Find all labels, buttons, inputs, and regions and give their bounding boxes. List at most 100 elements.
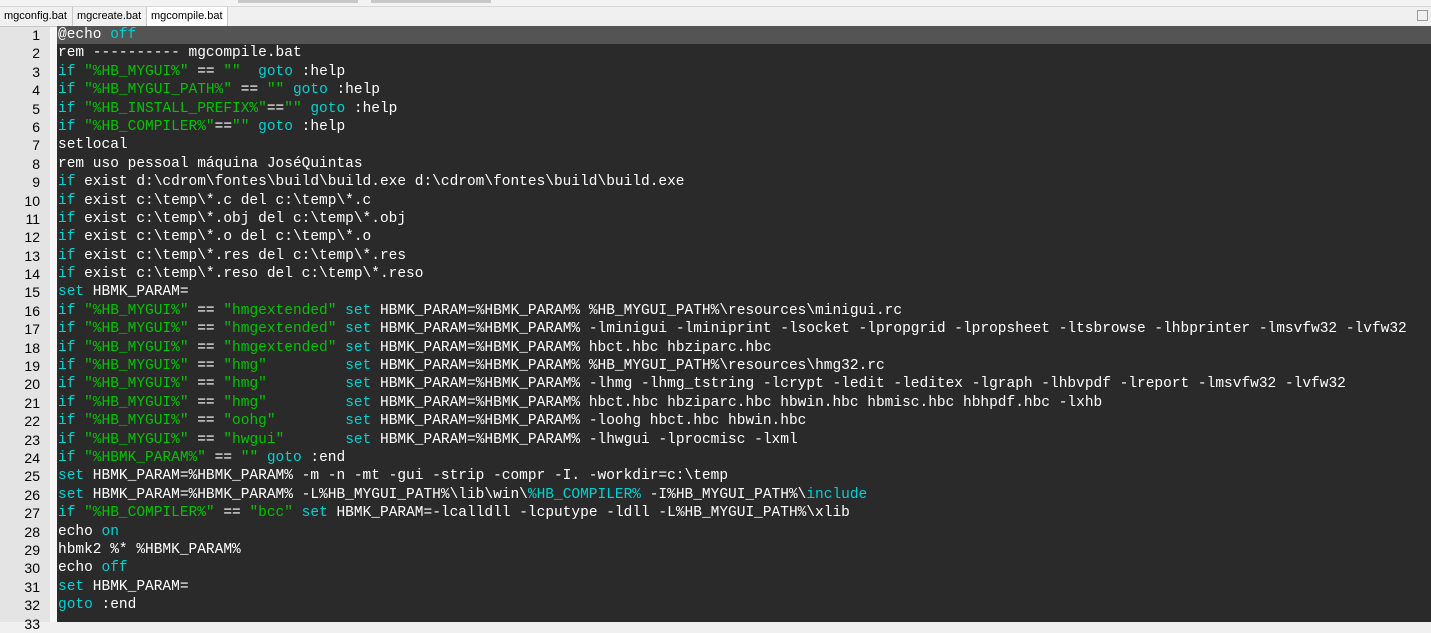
keyword-token: set: [301, 505, 328, 522]
keyword-token: on: [101, 523, 119, 540]
code-line[interactable]: 16 if "%HB_MYGUI%" == "hmgextended" set H…: [24, 302, 1431, 320]
text-token: :end: [92, 597, 137, 614]
line-text: if exist c:\temp\*.c del c:\temp\*.c: [58, 192, 371, 210]
code-line[interactable]: 23 if "%HB_MYGUI%" == "hwgui" set HBMK_PA…: [24, 431, 1431, 449]
text-token: rem uso pessoal máquina JoséQuintas: [58, 155, 363, 172]
string-token: "hmgextended": [223, 339, 337, 356]
string-token: "%HB_MYGUI%": [75, 376, 189, 393]
line-number: 15: [24, 284, 40, 301]
code-line[interactable]: 15 set HBMK_PARAM=: [24, 283, 1431, 301]
code-line[interactable]: 24 if "%HBMK_PARAM%" == "" goto :end: [24, 449, 1431, 467]
code-line[interactable]: 10 if exist c:\temp\*.c del c:\temp\*.c: [24, 192, 1431, 210]
code-line[interactable]: 12 if exist c:\temp\*.o del c:\temp\*.o: [24, 228, 1431, 246]
text-token: exist c:\temp\*.o del c:\temp\*.o: [75, 229, 372, 246]
code-line[interactable]: 2 rem ---------- mgcompile.bat: [32, 44, 1431, 62]
text-token: :help: [327, 82, 380, 99]
keyword-token: if: [58, 100, 76, 117]
string-token: "hwgui": [223, 431, 285, 448]
code-line[interactable]: 20 if "%HB_MYGUI%" == "hmg" set HBMK_PARA…: [24, 375, 1431, 393]
text-token: :help: [292, 118, 346, 135]
text-token: HBMK_PARAM=%HBMK_PARAM% %HB_MYGUI_PATH%\…: [371, 302, 903, 319]
keyword-token: if: [58, 302, 76, 319]
code-area[interactable]: 1 @echo off 2 rem ---------- mgcompile.bat 3…: [24, 26, 1431, 633]
line-number: 28: [24, 523, 40, 540]
string-token: "%HB_MYGUI_PATH%": [75, 82, 233, 99]
code-line[interactable]: 17 if "%HB_MYGUI%" == "hmgextended" set H…: [24, 320, 1431, 338]
text-token: HBMK_PARAM=%HBMK_PARAM% hbct.hbc hbzipar…: [371, 394, 1103, 411]
code-line[interactable]: 31 set HBMK_PARAM=: [24, 578, 1431, 596]
line-text: if "%HB_COMPILER%"=="" goto :help: [58, 118, 345, 136]
text-token: ==: [266, 100, 285, 117]
code-line[interactable]: 8 rem uso pessoal máquina JoséQuintas: [32, 155, 1431, 173]
code-line[interactable]: 3 if "%HB_MYGUI%" == "" goto :help: [32, 63, 1431, 81]
text-token: :help: [292, 63, 346, 80]
line-number: 18: [24, 339, 40, 356]
code-line[interactable]: 26 set HBMK_PARAM=%HBMK_PARAM% -L%HB_MYGU…: [24, 486, 1431, 504]
code-line[interactable]: 9 if exist d:\cdrom\fontes\build\build.ex…: [32, 173, 1431, 191]
line-text: if exist d:\cdrom\fontes\build\build.exe…: [58, 173, 685, 191]
text-token: ==: [188, 63, 224, 80]
line-number: 13: [24, 247, 40, 264]
code-line[interactable]: 21 if "%HB_MYGUI%" == "hmg" set HBMK_PARA…: [24, 394, 1431, 412]
code-line[interactable]: 30 echo off: [24, 559, 1431, 577]
string-token: "bcc": [249, 505, 293, 522]
code-line[interactable]: 4 if "%HB_MYGUI_PATH%" == "" goto :help: [32, 81, 1431, 99]
code-line[interactable]: 25 set HBMK_PARAM=%HBMK_PARAM% -m -n -mt …: [24, 467, 1431, 485]
code-line[interactable]: 14 if exist c:\temp\*.reso del c:\temp\*.…: [24, 265, 1431, 283]
tab-mgconfig[interactable]: mgconfig.bat: [0, 7, 73, 26]
keyword-token: if: [58, 376, 76, 393]
text-token: exist c:\temp\*.reso del c:\temp\*.reso: [75, 266, 424, 283]
string-token: "": [240, 449, 259, 466]
toolbar-segment: [238, 0, 358, 3]
line-text: if "%HB_MYGUI%" == "hmgextended" set HBM…: [58, 302, 902, 320]
keyword-token: set: [345, 413, 372, 430]
text-token: exist c:\temp\*.res del c:\temp\*.res: [75, 247, 407, 264]
text-token: ==: [214, 118, 233, 135]
line-number: 3: [32, 63, 40, 80]
code-line[interactable]: 11 if exist c:\temp\*.obj del c:\temp\*.o…: [25, 210, 1431, 228]
code-line[interactable]: 27 if "%HB_COMPILER%" == "bcc" set HBMK_P…: [24, 504, 1431, 522]
text-token: setlocal: [58, 137, 128, 154]
text-token: ==: [188, 358, 224, 375]
code-line[interactable]: 6 if "%HB_COMPILER%"=="" goto :help: [32, 118, 1431, 136]
text-token: ==: [205, 449, 241, 466]
tab-mgcreate[interactable]: mgcreate.bat: [73, 7, 147, 26]
code-line[interactable]: 22 if "%HB_MYGUI%" == "oohg" set HBMK_PAR…: [24, 412, 1431, 430]
text-token: HBMK_PARAM=%HBMK_PARAM% -L%HB_MYGUI_PATH…: [84, 486, 528, 503]
tab-list-button[interactable]: [1417, 10, 1428, 21]
code-line[interactable]: 13 if exist c:\temp\*.res del c:\temp\*.r…: [24, 247, 1431, 265]
code-line[interactable]: 18 if "%HB_MYGUI%" == "hmgextended" set H…: [24, 339, 1431, 357]
code-line[interactable]: 1 @echo off: [32, 26, 1431, 45]
string-token: "": [284, 100, 302, 117]
string-token: "%HB_COMPILER%": [75, 118, 215, 135]
line-text: if "%HB_MYGUI_PATH%" == "" goto :help: [58, 81, 380, 99]
text-token: HBMK_PARAM=%HBMK_PARAM% hbct.hbc hbzipar…: [371, 339, 772, 356]
code-editor[interactable]: 1 @echo off 2 rem ---------- mgcompile.bat 3…: [0, 26, 1431, 632]
string-token: "hmg": [223, 376, 267, 393]
text-token: hbmk2 %* %HBMK_PARAM%: [58, 541, 241, 558]
keyword-token: if: [58, 192, 76, 209]
tab-mgcompile[interactable]: mgcompile.bat: [146, 7, 228, 27]
code-line[interactable]: 28 echo on: [24, 523, 1431, 541]
string-token: "hmgextended": [223, 321, 337, 338]
code-line[interactable]: 7 setlocal: [32, 136, 1431, 154]
line-number: 12: [24, 229, 40, 246]
keyword-token: if: [58, 505, 76, 522]
keyword-token: if: [58, 449, 76, 466]
code-line[interactable]: 33: [24, 615, 1431, 633]
string-token: "": [232, 118, 250, 135]
keyword-token: goto: [292, 82, 328, 99]
line-number: 30: [24, 560, 40, 577]
keyword-token: if: [58, 82, 76, 99]
code-line[interactable]: 32 goto :end: [24, 596, 1431, 614]
code-line[interactable]: 5 if "%HB_INSTALL_PREFIX%"=="" goto :help: [32, 100, 1431, 118]
code-line[interactable]: 29 hbmk2 %* %HBMK_PARAM%: [24, 541, 1431, 559]
code-line[interactable]: 19 if "%HB_MYGUI%" == "hmg" set HBMK_PARA…: [24, 357, 1431, 375]
line-text: set HBMK_PARAM=: [58, 578, 189, 596]
keyword-token: if: [58, 266, 76, 283]
string-token: "": [266, 82, 285, 99]
line-number: 21: [24, 394, 40, 411]
fold-margin: [50, 27, 57, 622]
